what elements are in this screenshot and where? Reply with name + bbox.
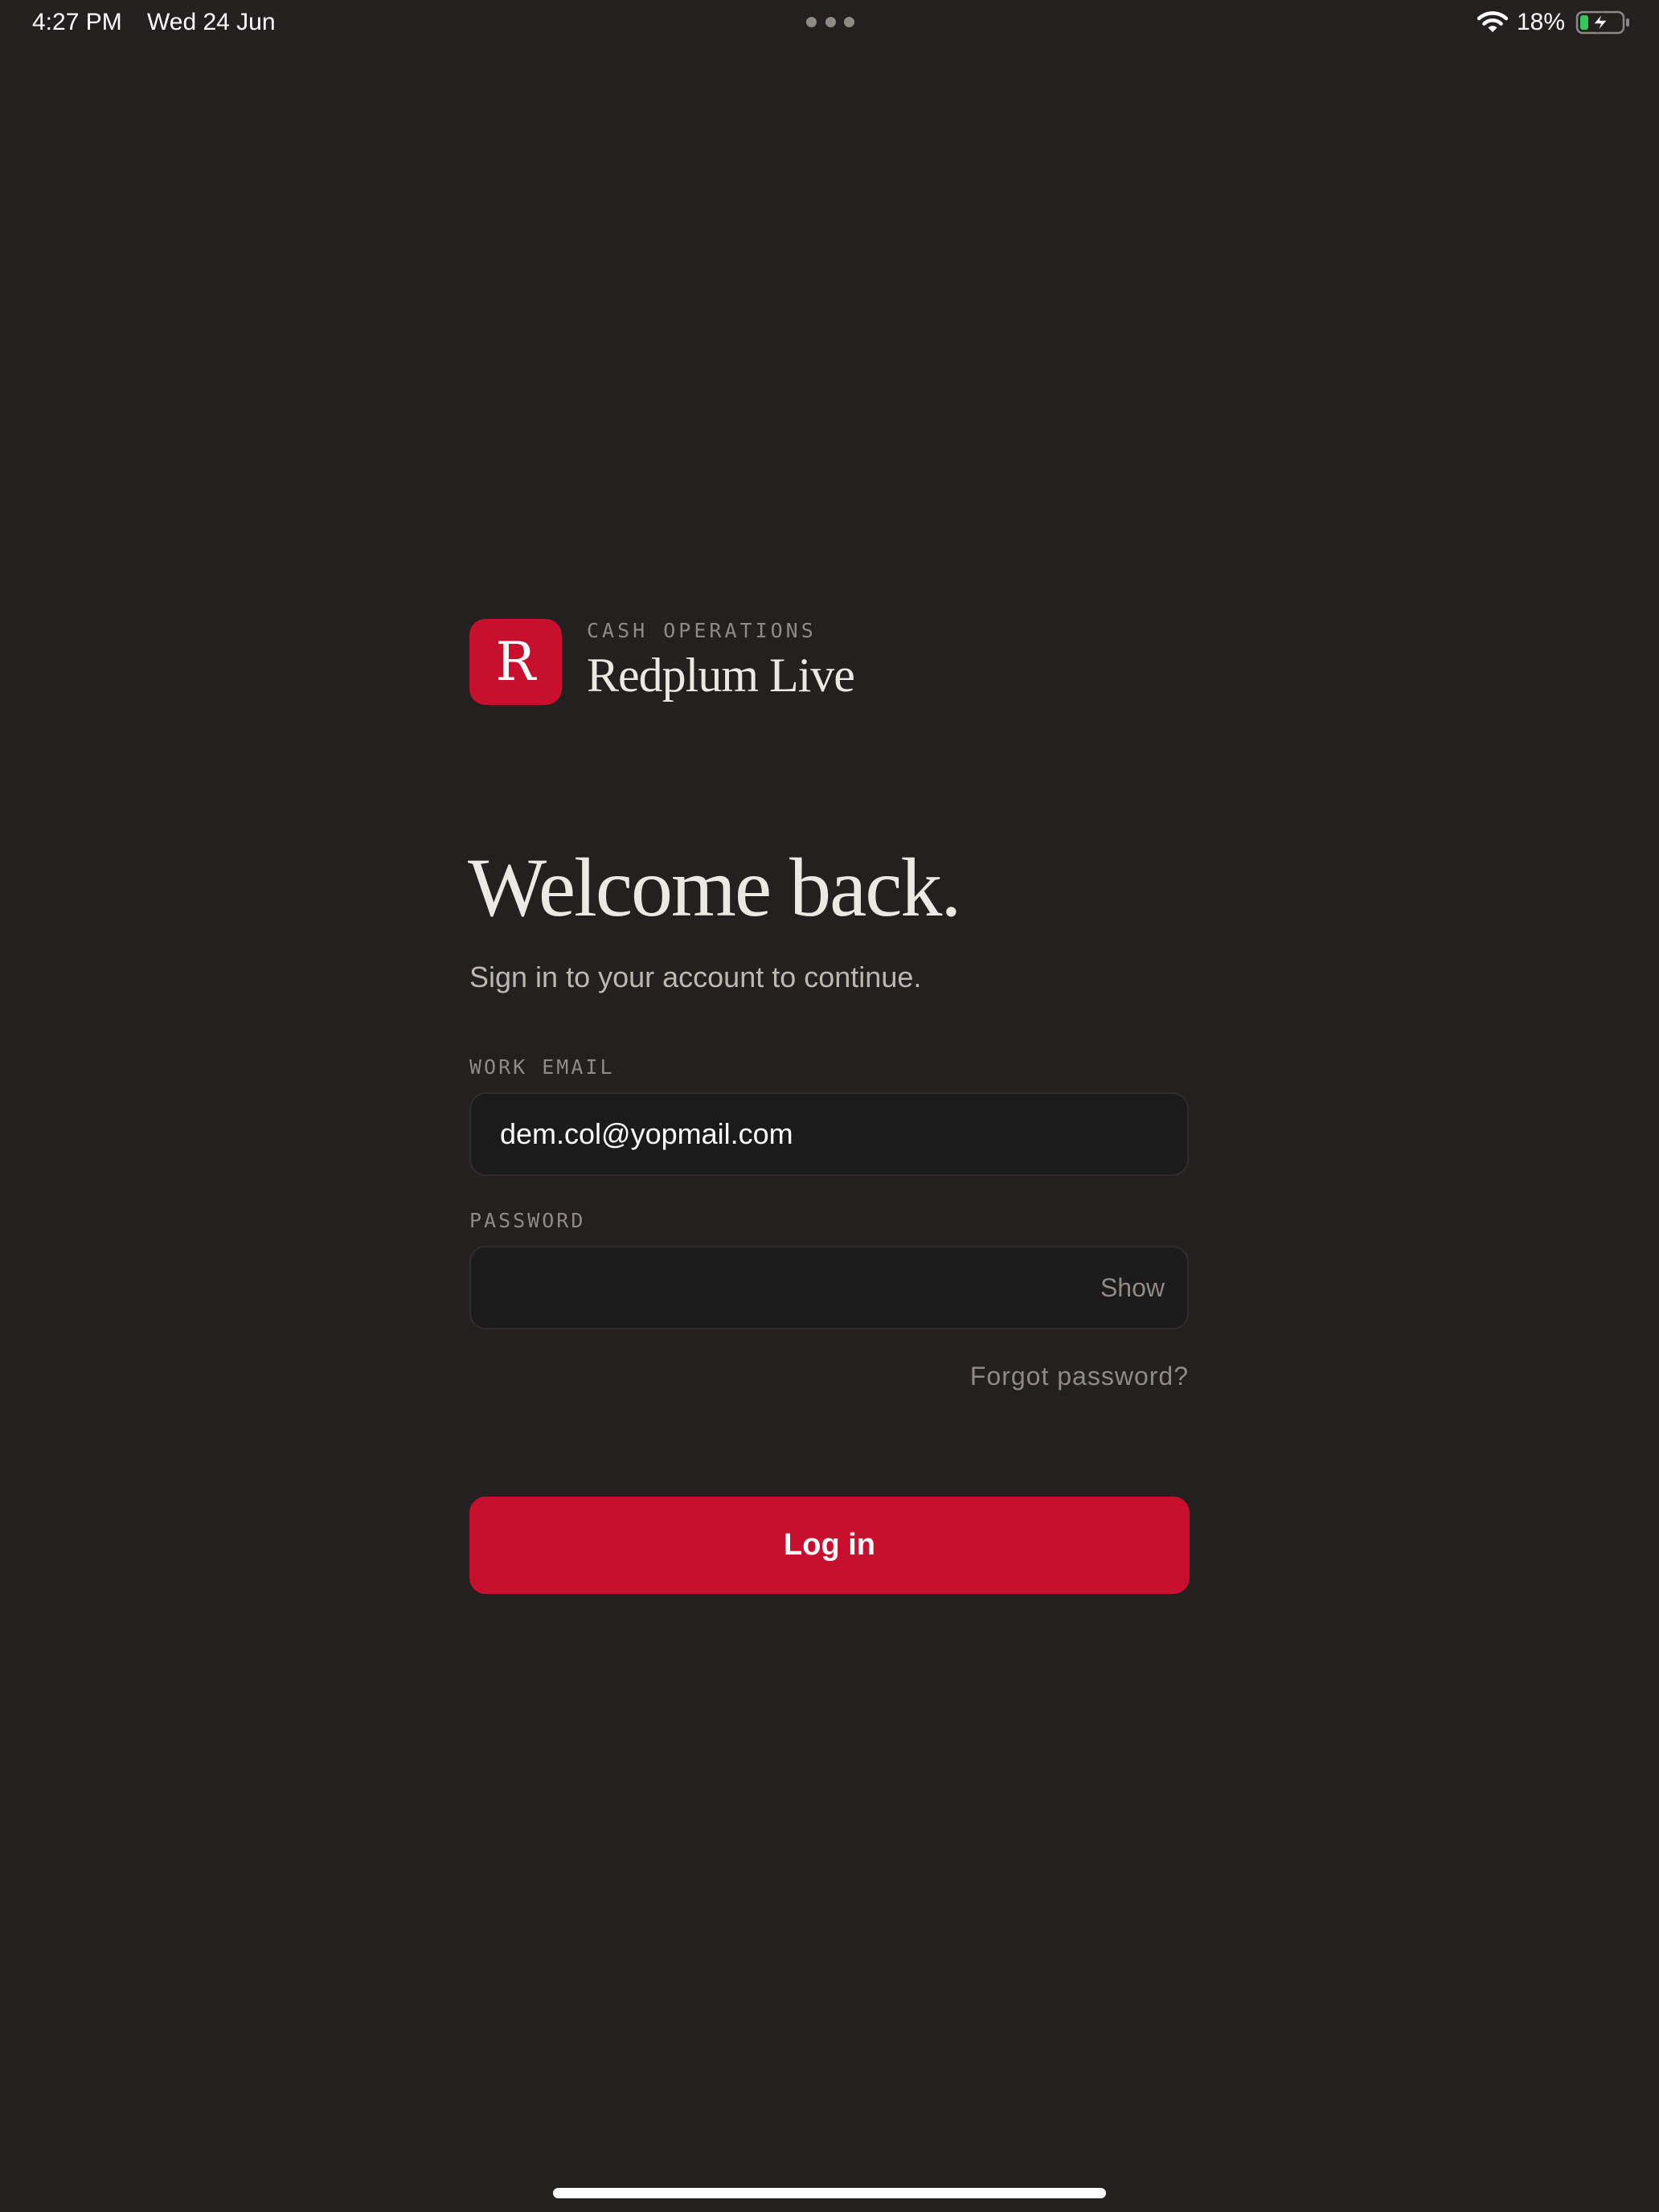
- password-label: PASSWORD: [469, 1209, 586, 1232]
- status-bar: 4:27 PM Wed 24 Jun 18%: [0, 0, 1659, 48]
- login-button[interactable]: Log in: [469, 1497, 1190, 1594]
- brand-name: Redplum Live: [587, 649, 855, 702]
- status-date: Wed 24 Jun: [147, 9, 276, 35]
- wifi-icon: [1477, 11, 1508, 32]
- password-field[interactable]: [500, 1247, 1063, 1328]
- page-subtitle: Sign in to your account to continue.: [469, 961, 922, 993]
- page-title: Welcome back.: [468, 842, 961, 934]
- battery-percent: 18%: [1517, 9, 1566, 35]
- password-field-container[interactable]: Show: [469, 1246, 1189, 1329]
- email-label: WORK EMAIL: [469, 1055, 615, 1079]
- email-field[interactable]: [500, 1094, 1159, 1174]
- email-field-container[interactable]: [469, 1092, 1189, 1176]
- brand-eyebrow: CASH OPERATIONS: [587, 619, 817, 642]
- brand-logo: R: [469, 619, 562, 705]
- home-indicator[interactable]: [553, 2188, 1106, 2198]
- show-password-button[interactable]: Show: [1100, 1247, 1165, 1328]
- forgot-password-link[interactable]: Forgot password?: [970, 1360, 1189, 1392]
- ellipsis-icon[interactable]: [806, 17, 854, 28]
- status-time: 4:27 PM: [32, 9, 122, 35]
- battery-charging-icon: [1575, 10, 1629, 35]
